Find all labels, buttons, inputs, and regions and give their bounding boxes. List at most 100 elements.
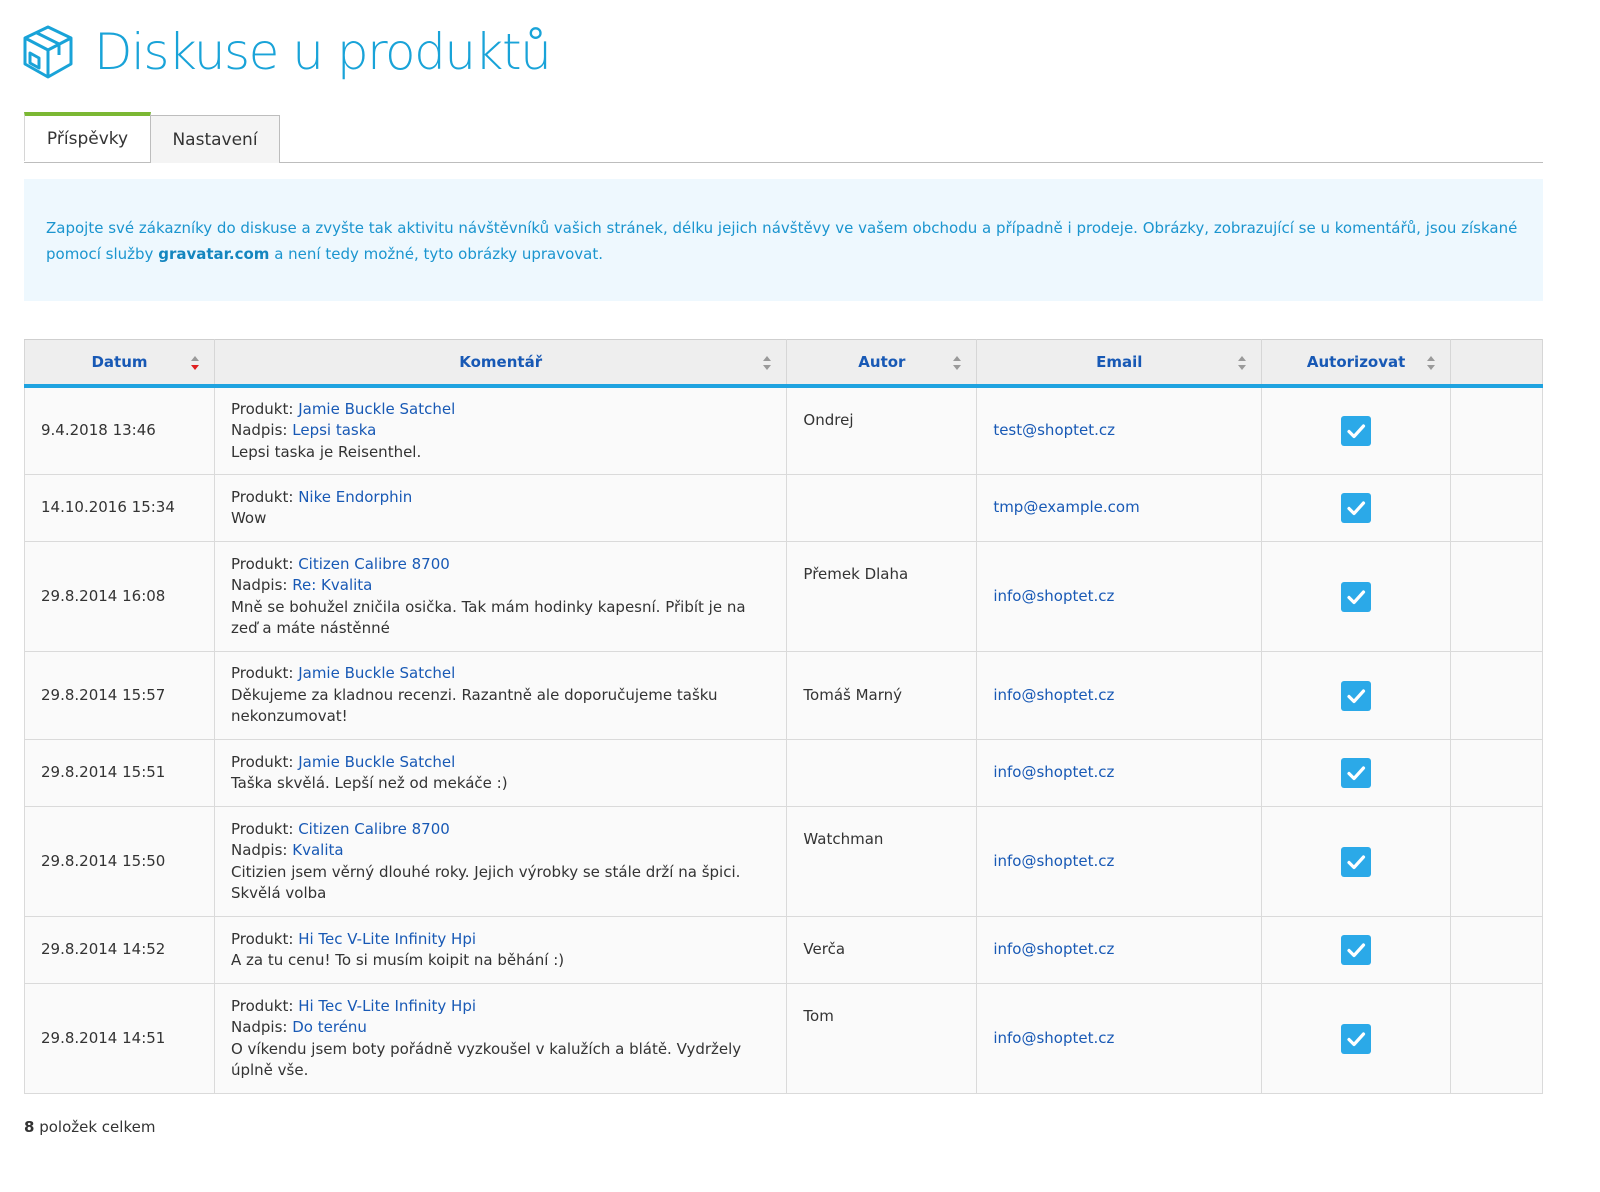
author-cell: Watchman: [786, 806, 978, 917]
comment-cell: Produkt: Citizen Calibre 8700 Nadpis: Kva…: [213, 806, 788, 917]
info-text-end: a není tedy možné, tyto obrázky upravova…: [269, 245, 604, 263]
authorize-checkbox[interactable]: [1341, 415, 1372, 446]
page-title: Diskuse u produktů: [94, 23, 552, 81]
actions-cell: [1450, 651, 1543, 740]
authorize-checkbox[interactable]: [1341, 1023, 1372, 1054]
sort-icon[interactable]: [952, 355, 962, 371]
authorize-cell: [1261, 541, 1452, 652]
tab-nastaveni[interactable]: Nastavení: [150, 115, 280, 163]
author-cell: Ondrej: [786, 385, 978, 475]
checkmark-icon: [1347, 766, 1366, 781]
email-cell: info@shoptet.cz: [976, 651, 1263, 740]
product-link[interactable]: Nike Endorphin: [298, 488, 412, 506]
email-link[interactable]: info@shoptet.cz: [993, 587, 1114, 605]
comment-product-line: Produkt: Jamie Buckle Satchel: [230, 752, 456, 771]
column-header-autor[interactable]: Autor: [786, 339, 978, 388]
column-header-autorizovat[interactable]: Autorizovat: [1261, 339, 1452, 388]
authorize-checkbox[interactable]: [1341, 581, 1372, 612]
checkmark-icon: [1347, 943, 1366, 958]
actions-cell: [1450, 474, 1543, 542]
product-link[interactable]: Hi Tec V-Lite Infinity Hpi: [298, 930, 476, 948]
comment-cell: Produkt: Citizen Calibre 8700 Nadpis: Re:…: [213, 541, 788, 652]
email-link[interactable]: test@shoptet.cz: [993, 421, 1115, 439]
authorize-checkbox[interactable]: [1341, 846, 1372, 877]
product-link[interactable]: Jamie Buckle Satchel: [298, 753, 455, 771]
sort-desc-icon[interactable]: [190, 355, 200, 371]
column-header-datum[interactable]: Datum: [24, 339, 215, 388]
author-cell: Přemek Dlaha: [786, 541, 978, 652]
actions-cell: [1450, 541, 1543, 652]
table-header-row: Datum Komentář Autor Email Autorizovat: [24, 339, 1543, 388]
authorize-cell: [1261, 916, 1452, 984]
email-link[interactable]: info@shoptet.cz: [993, 686, 1114, 704]
table-row: 29.8.2014 15:57 Produkt: Jamie Buckle Sat…: [24, 651, 1543, 740]
comment-title-line: Nadpis: Lepsi taska: [230, 421, 377, 439]
sort-icon[interactable]: [1426, 355, 1436, 371]
product-link[interactable]: Jamie Buckle Satchel: [298, 400, 455, 418]
comment-product-line: Produkt: Hi Tec V-Lite Infinity Hpi: [230, 929, 477, 948]
comment-title-line: Nadpis: Re: Kvalita: [230, 576, 373, 594]
comment-text: Lepsi taska je Reisenthel.: [230, 442, 422, 461]
authorize-checkbox[interactable]: [1341, 680, 1372, 711]
date-cell: 14.10.2016 15:34: [24, 474, 215, 542]
authorize-checkbox[interactable]: [1341, 493, 1372, 523]
email-cell: info@shoptet.cz: [976, 983, 1263, 1094]
title-link[interactable]: Lepsi taska: [292, 421, 376, 439]
checkmark-icon: [1347, 589, 1366, 604]
comment-text: Citizien jsem věrný dlouhé roky. Jejich …: [230, 862, 741, 903]
sort-icon[interactable]: [762, 355, 772, 371]
product-link[interactable]: Citizen Calibre 8700: [298, 820, 450, 838]
table-body: 9.4.2018 13:46 Produkt: Jamie Buckle Satc…: [24, 385, 1543, 1094]
comment-cell: Produkt: Hi Tec V-Lite Infinity Hpi A za …: [213, 916, 788, 984]
sort-icon[interactable]: [1237, 355, 1247, 371]
comment-cell: Produkt: Jamie Buckle Satchel Děkujeme za…: [213, 651, 788, 740]
tab-bar: Příspěvky Nastavení: [24, 112, 1543, 163]
authorize-cell: [1261, 651, 1452, 740]
gravatar-link[interactable]: gravatar.com: [158, 245, 269, 263]
tab-prispevky[interactable]: Příspěvky: [24, 112, 151, 161]
email-link[interactable]: info@shoptet.cz: [993, 852, 1114, 870]
email-cell: info@shoptet.cz: [976, 541, 1263, 652]
title-link[interactable]: Do terénu: [292, 1018, 367, 1036]
author-cell: Tomáš Marný: [786, 651, 978, 740]
product-link[interactable]: Citizen Calibre 8700: [298, 555, 450, 573]
product-link[interactable]: Jamie Buckle Satchel: [298, 664, 455, 682]
table-row: 14.10.2016 15:34 Produkt: Nike Endorphin W…: [24, 474, 1543, 542]
email-cell: info@shoptet.cz: [976, 806, 1263, 917]
comment-product-line: Produkt: Jamie Buckle Satchel: [230, 664, 456, 683]
author-cell: [786, 739, 978, 807]
authorize-cell: [1261, 806, 1452, 917]
authorize-checkbox[interactable]: [1341, 758, 1372, 788]
comment-product-line: Produkt: Jamie Buckle Satchel: [230, 399, 456, 418]
comment-product-line: Produkt: Hi Tec V-Lite Infinity Hpi: [230, 996, 477, 1015]
actions-cell: [1450, 983, 1543, 1094]
email-link[interactable]: info@shoptet.cz: [993, 940, 1114, 958]
author-cell: [786, 474, 978, 542]
comment-text: Taška skvělá. Lepší než od mekáče :): [230, 774, 508, 792]
email-cell: test@shoptet.cz: [976, 385, 1263, 475]
comment-text: O víkendu jsem boty pořádně vyzkoušel v …: [230, 1039, 742, 1080]
title-link[interactable]: Re: Kvalita: [292, 576, 372, 594]
title-link[interactable]: Kvalita: [292, 841, 343, 859]
comment-product-line: Produkt: Nike Endorphin: [230, 487, 413, 506]
comment-product-line: Produkt: Citizen Calibre 8700: [230, 819, 450, 838]
date-cell: 9.4.2018 13:46: [24, 385, 215, 475]
date-cell: 29.8.2014 14:51: [24, 983, 215, 1094]
product-link[interactable]: Hi Tec V-Lite Infinity Hpi: [298, 997, 476, 1015]
package-box-icon: [23, 25, 73, 79]
table-row: 9.4.2018 13:46 Produkt: Jamie Buckle Satc…: [24, 385, 1543, 475]
date-cell: 29.8.2014 16:08: [24, 541, 215, 652]
column-header-komentar[interactable]: Komentář: [213, 339, 788, 388]
comment-title-line: Nadpis: Kvalita: [230, 841, 344, 859]
date-cell: 29.8.2014 14:52: [24, 916, 215, 984]
checkmark-icon: [1347, 854, 1366, 869]
column-header-email[interactable]: Email: [976, 339, 1263, 388]
email-cell: tmp@example.com: [976, 474, 1263, 542]
actions-cell: [1450, 739, 1543, 807]
email-link[interactable]: info@shoptet.cz: [993, 763, 1114, 781]
email-link[interactable]: info@shoptet.cz: [993, 1029, 1114, 1047]
comment-text: Mně se bohužel zničila osička. Tak mám h…: [230, 597, 746, 638]
comment-cell: Produkt: Hi Tec V-Lite Infinity Hpi Nadpi…: [213, 983, 788, 1094]
email-link[interactable]: tmp@example.com: [993, 498, 1139, 516]
authorize-checkbox[interactable]: [1341, 935, 1372, 965]
